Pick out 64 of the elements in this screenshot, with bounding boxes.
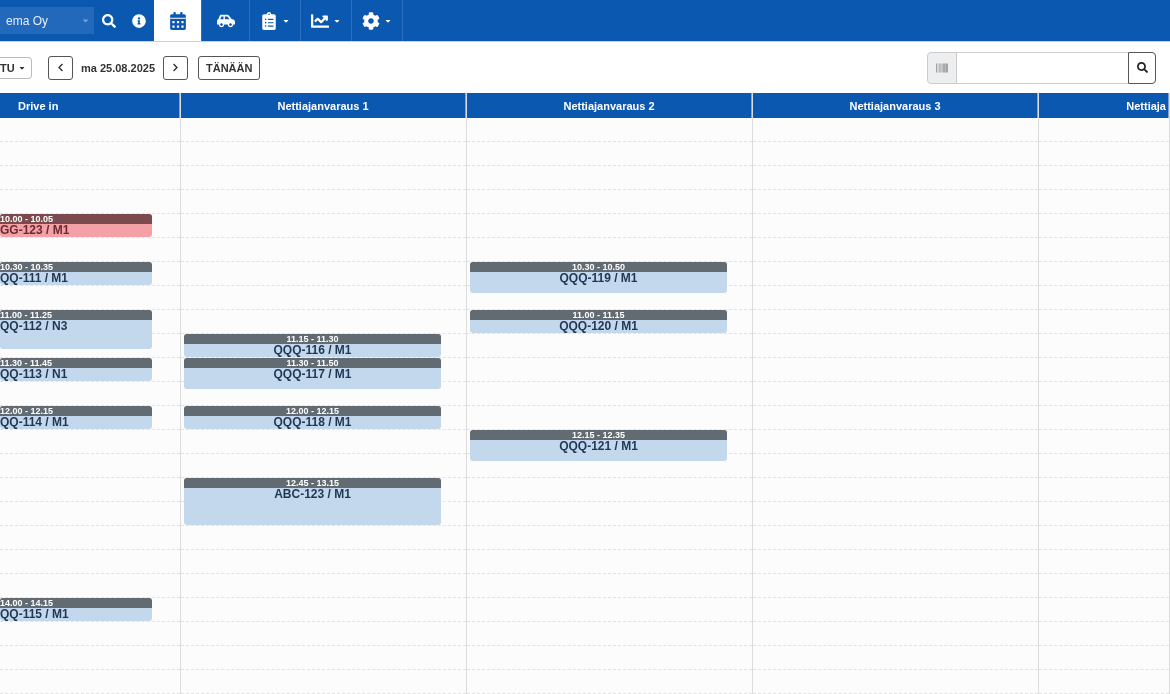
info-icon: [132, 13, 146, 28]
appointment-time: 12.15 - 12.35: [470, 430, 727, 440]
search-icon: [1136, 62, 1148, 73]
clipboard-icon: [260, 11, 278, 30]
appointment-time: 10.00 - 10.05: [0, 214, 152, 224]
appointment-label: QQ-114 / M1: [0, 416, 70, 429]
appointment-label: QQ-113 / N1: [0, 368, 69, 381]
previous-day-button[interactable]: [48, 55, 73, 80]
column-header: Nettiajanvaraus 3: [753, 93, 1038, 118]
appointment-time: 11.00 - 11.15: [470, 310, 727, 320]
appointment-card[interactable]: 14.00 - 14.15 QQ-115 / M1: [0, 598, 152, 621]
view-select[interactable]: TU: [0, 56, 32, 79]
appointment-time: 11.15 - 11.30: [184, 334, 441, 344]
appointment-card[interactable]: 11.30 - 11.45 QQ-113 / N1: [0, 358, 152, 381]
appointment-time: 11.30 - 11.45: [0, 358, 152, 368]
appointment-label: QQQ-121 / M1: [558, 440, 639, 453]
appointment-time: 12.00 - 12.15: [184, 406, 441, 416]
search-icon: [102, 13, 116, 28]
appointment-time: 10.30 - 10.50: [470, 262, 727, 272]
appointment-time: 11.30 - 11.50: [184, 358, 441, 368]
column-header: Nettiaja: [1039, 93, 1169, 118]
barcode-search-field[interactable]: [957, 51, 1128, 84]
chevron-left-icon: [56, 63, 65, 72]
appointment-time: 10.30 - 10.35: [0, 262, 152, 272]
appointment-label: GG-123 / M1: [0, 224, 71, 237]
column-header: Drive in: [0, 93, 180, 118]
appointment-card[interactable]: 11.15 - 11.30 QQQ-116 / M1: [184, 334, 441, 357]
appointment-card[interactable]: 12.45 - 13.15 ABC-123 / M1: [184, 478, 441, 525]
company-select[interactable]: ema Oy: [0, 7, 94, 34]
barcode-icon: [936, 61, 948, 74]
appointment-label: QQ-112 / N3: [0, 320, 69, 333]
appointment-time: 12.45 - 13.15: [184, 478, 441, 488]
appointment-card[interactable]: 10.00 - 10.05 GG-123 / M1: [0, 214, 152, 237]
appointment-label: QQQ-118 / M1: [272, 416, 353, 429]
appointment-card[interactable]: 11.00 - 11.15 QQQ-120 / M1: [470, 310, 727, 333]
appointment-card[interactable]: 12.00 - 12.15 QQQ-118 / M1: [184, 406, 441, 429]
date-label: ma 25.08.2025: [81, 61, 155, 74]
appointment-label: QQQ-120 / M1: [558, 320, 639, 333]
appointment-label: QQ-111 / M1: [0, 272, 70, 285]
appointment-label: QQ-115 / M1: [0, 608, 70, 621]
line-chart-icon: [311, 11, 329, 30]
today-button[interactable]: TÄNÄÄN: [198, 55, 261, 80]
column-header: Nettiajanvaraus 1: [181, 93, 466, 118]
appointment-time: 14.00 - 14.15: [0, 598, 152, 608]
next-day-button[interactable]: [163, 55, 188, 80]
appointment-card[interactable]: 10.30 - 10.35 QQ-111 / M1: [0, 262, 152, 285]
appointment-time: 12.00 - 12.15: [0, 406, 152, 416]
chevron-right-icon: [171, 63, 180, 72]
column-header: Nettiajanvaraus 2: [467, 93, 752, 118]
appointment-label: ABC-123 / M1: [273, 488, 352, 501]
appointment-card[interactable]: 12.15 - 12.35 QQQ-121 / M1: [470, 430, 727, 461]
calendar-icon: [168, 11, 187, 30]
appointment-card[interactable]: 11.30 - 11.50 QQQ-117 / M1: [184, 358, 441, 389]
appointment-label: QQQ-119 / M1: [558, 272, 639, 285]
appointment-label: QQQ-116 / M1: [272, 344, 353, 357]
settings-icon: [362, 11, 380, 30]
appointment-card[interactable]: 12.00 - 12.15 QQ-114 / M1: [0, 406, 152, 429]
appointment-card[interactable]: 10.30 - 10.50 QQQ-119 / M1: [470, 262, 727, 293]
search-button[interactable]: [1128, 51, 1156, 84]
appointment-label: QQQ-117 / M1: [272, 368, 353, 381]
appointment-time: 11.00 - 11.25: [0, 310, 152, 320]
nav-tab[interactable]: [154, 0, 202, 41]
caret-icon: [81, 16, 90, 25]
appointment-card[interactable]: 11.00 - 11.25 QQ-112 / N3: [0, 310, 152, 349]
